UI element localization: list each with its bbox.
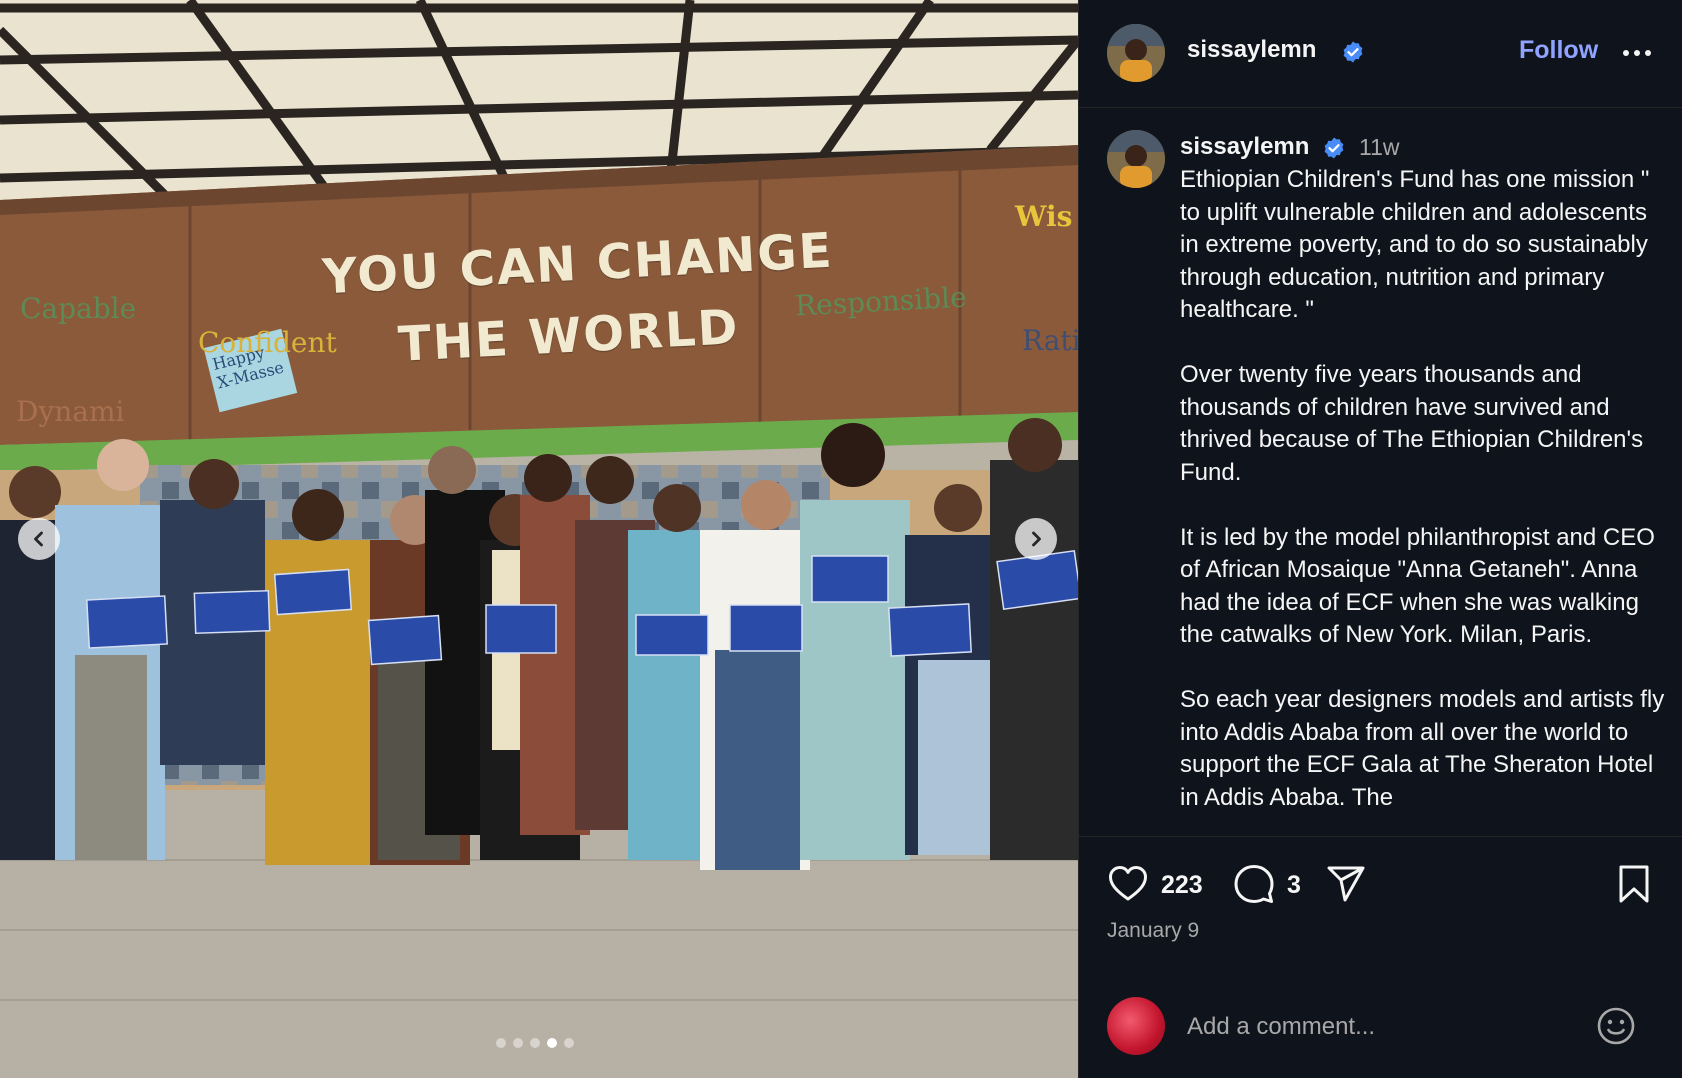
caption-scroll-area[interactable]: sissaylemn 11w Ethiopian Children's Fund… — [1079, 108, 1682, 836]
caption-username[interactable]: sissaylemn — [1180, 133, 1309, 161]
caption-paragraph: It is led by the model philanthropist an… — [1180, 523, 1655, 649]
more-options-button[interactable] — [1617, 40, 1657, 66]
avatar-photo — [1107, 24, 1165, 82]
current-user-avatar — [1107, 997, 1165, 1055]
post-photo — [0, 0, 1078, 1078]
comment-input[interactable] — [1187, 1007, 1577, 1047]
more-icon — [1623, 50, 1629, 56]
heart-icon — [1109, 866, 1147, 901]
follow-button[interactable]: Follow — [1519, 36, 1598, 65]
comment-count[interactable]: 3 — [1287, 871, 1301, 900]
wall-word-dynami: Dynami — [16, 395, 125, 428]
wall-word-ratio: Ratio — [1022, 324, 1078, 357]
chevron-left-icon — [34, 531, 43, 547]
post-media[interactable]: YOU CAN CHANGE THE WORLD Capable Confide… — [0, 0, 1078, 1078]
header-username[interactable]: sissaylemn — [1187, 36, 1316, 64]
more-icon-dot — [1634, 50, 1640, 56]
carousel-prev-button[interactable] — [18, 518, 60, 560]
avatar-photo — [1107, 130, 1165, 188]
carousel-dot — [496, 1038, 506, 1048]
comment-button[interactable] — [1233, 863, 1275, 905]
carousel-dot — [564, 1038, 574, 1048]
wall-word-wis: Wis — [1015, 200, 1073, 233]
post-date[interactable]: January 9 — [1107, 919, 1199, 943]
save-button[interactable] — [1613, 863, 1655, 905]
post-actions: 223 3 January 9 — [1079, 836, 1682, 1078]
share-button[interactable] — [1325, 863, 1367, 905]
caption-paragraph: Ethiopian Children's Fund has one missio… — [1180, 166, 1650, 323]
chevron-right-icon — [1032, 531, 1041, 547]
author-avatar[interactable] — [1107, 24, 1165, 82]
carousel-dot — [530, 1038, 540, 1048]
comment-icon — [1234, 865, 1274, 903]
caption-paragraph: So each year designers models and artist… — [1180, 686, 1665, 811]
caption-timestamp[interactable]: 11w — [1359, 134, 1400, 161]
caption-text: Ethiopian Children's Fund has one missio… — [1180, 164, 1670, 836]
post-header: sissaylemn Follow — [1079, 0, 1682, 108]
post-side-panel: sissaylemn Follow sissaylemn 11w Ethiopi… — [1078, 0, 1682, 1078]
caption-author-avatar[interactable] — [1107, 130, 1165, 188]
carousel-dot — [513, 1038, 523, 1048]
like-count[interactable]: 223 — [1161, 871, 1203, 900]
carousel-dot — [547, 1038, 557, 1048]
verified-badge-icon — [1324, 137, 1344, 159]
wall-word-capable: Capable — [20, 292, 137, 325]
like-button[interactable] — [1107, 863, 1149, 905]
emoji-icon[interactable] — [1595, 1005, 1637, 1047]
more-icon-dot — [1645, 50, 1651, 56]
verified-badge-icon — [1343, 41, 1363, 63]
share-icon — [1327, 866, 1365, 902]
carousel-indicator — [496, 1038, 574, 1048]
caption-paragraph: Over twenty five years thousands and tho… — [1180, 361, 1644, 486]
carousel-next-button[interactable] — [1015, 518, 1057, 560]
bookmark-icon — [1619, 865, 1649, 903]
